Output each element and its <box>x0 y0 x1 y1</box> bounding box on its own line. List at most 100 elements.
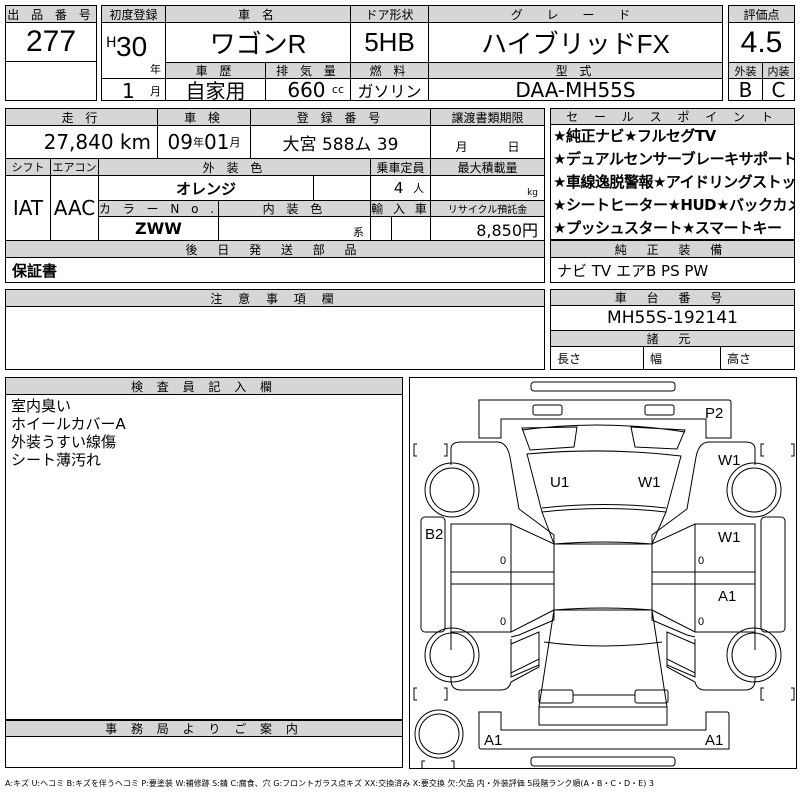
headlight-right <box>644 404 675 416</box>
mark-w1-roof: W1 <box>638 474 661 491</box>
shift: IAT <box>5 175 51 241</box>
front-grille <box>521 424 686 451</box>
plate-label: 登 録 番 号 <box>250 108 431 126</box>
front-bar <box>530 381 676 392</box>
color-no: ZWW <box>98 216 219 241</box>
mark-zero: 0 <box>698 555 704 567</box>
chassis-number: MH55S-192141 <box>550 305 795 331</box>
fuel: ガソリン <box>350 78 429 101</box>
ext-grade-label: 外装 <box>728 62 763 79</box>
aircon-label: エアコン <box>50 158 99 176</box>
taillight-right <box>634 689 669 704</box>
right-rear-wheel <box>726 627 782 683</box>
later-parts: 保証書 <box>5 257 545 283</box>
left-rear-wheel <box>424 627 480 683</box>
first-reg-year: H 30 年 <box>101 22 166 79</box>
left-quarter-window <box>510 631 540 678</box>
office-label: 事 務 局 よ り ご 案 内 <box>5 720 403 737</box>
equipment-label: 純 正 装 備 <box>550 240 795 258</box>
mark-p2: P2 <box>705 405 723 422</box>
later-parts-label: 後 日 発 送 部 品 <box>5 240 545 258</box>
rear-window <box>538 607 668 708</box>
chassis-label: 車 台 番 号 <box>550 289 795 306</box>
history: 自家用 <box>165 78 266 101</box>
int-color-label: 内 装 色 <box>218 200 371 217</box>
year: 30 <box>116 31 148 62</box>
model-label: 型 式 <box>428 62 723 79</box>
transfer-day: 日 <box>507 140 520 154</box>
rear-bumper <box>478 711 730 750</box>
month: 1 <box>122 79 135 101</box>
int-grade-label: 内装 <box>762 62 795 79</box>
inspection-label: 車 検 <box>157 108 251 126</box>
mark-b2: B2 <box>425 526 443 543</box>
capacity: 4 人 <box>370 175 431 201</box>
max-load-label: 最大積載量 <box>430 158 545 176</box>
trunk <box>538 706 668 726</box>
plate: 大宮 588ム 39 <box>250 125 431 159</box>
mark-zero: 0 <box>500 555 506 567</box>
mark-w1-fender: W1 <box>718 452 741 469</box>
lot-blank <box>5 61 97 101</box>
office-area <box>5 736 403 768</box>
brackets <box>413 443 795 769</box>
int-grade: C <box>762 78 795 101</box>
fuel-label: 燃 料 <box>350 62 429 79</box>
spec-width: 幅 <box>643 346 721 370</box>
inspection-month: 01 <box>204 130 230 154</box>
year-unit: 年 <box>150 63 161 76</box>
capacity-value: 4 <box>393 179 404 197</box>
grade: ハイブリッドFX <box>428 22 723 63</box>
grade-label: グ レ ー ド <box>428 5 723 23</box>
sales-point: ★シートヒーター★HUD★バックカメラ <box>553 196 795 214</box>
specs-label: 諸 元 <box>550 330 795 347</box>
ext-color: オレンジ <box>98 175 314 201</box>
notes-area <box>5 306 545 370</box>
inspector-label: 検 査 員 記 入 欄 <box>5 377 403 395</box>
inspection-year: 09 <box>167 130 193 154</box>
first-reg-month: 1 月 <box>101 78 166 101</box>
door-label: ドア形状 <box>350 5 429 23</box>
displacement-value: 660 <box>287 78 326 101</box>
mark-a1-rear-right: A1 <box>705 732 723 749</box>
capacity-label: 乗車定員 <box>370 158 431 176</box>
diagram-border <box>409 377 797 769</box>
score-label: 評価点 <box>728 5 795 23</box>
front-bumper <box>478 399 732 439</box>
inspector-note: 室内臭い <box>11 397 72 415</box>
inspector-note: シート薄汚れ <box>11 451 102 469</box>
first-reg-label: 初度登録 <box>101 5 166 23</box>
transfer-month: 月 <box>455 140 468 154</box>
sales-point: ★車線逸脱警報★アイドリングストップ <box>553 173 795 191</box>
headlight-left <box>532 404 563 416</box>
mark-u1: U1 <box>550 474 569 491</box>
model-code: DAA-MH55S <box>428 78 723 101</box>
sales-points-label: セ ー ル ス ポ イ ン ト <box>550 108 795 125</box>
recycle-fee: 8,850円 <box>430 216 545 241</box>
mark-w1-door: W1 <box>718 529 741 546</box>
inspector-note: ホイールカバーA <box>11 415 126 433</box>
inspection-month-unit: 月 <box>229 136 241 149</box>
import-label: 輸 入 車 <box>370 200 431 217</box>
aircon: AAC <box>50 175 99 241</box>
int-color: 系 <box>218 216 371 241</box>
inspector-note: 外装うすい線傷 <box>11 433 117 451</box>
door-type: 5HB <box>350 22 429 63</box>
sales-point: ★デュアルセンサーブレーキサポート <box>553 150 795 168</box>
spec-height: 高さ <box>720 346 795 370</box>
history-label: 車 歴 <box>165 62 266 79</box>
displacement: 660 cc <box>265 78 351 101</box>
taillight-left <box>538 689 574 704</box>
inspection-year-unit: 年 <box>193 136 204 149</box>
mark-zero: 0 <box>698 616 704 628</box>
lot-label: 出 品 番 号 <box>5 5 97 23</box>
rear-bar <box>530 756 676 767</box>
hood-cabin-join <box>541 511 667 545</box>
recycle-label: リサイクル預託金 <box>430 200 545 217</box>
shift-label: シフト <box>5 158 51 176</box>
mileage-label: 走 行 <box>5 108 158 126</box>
import-b <box>391 216 431 241</box>
capacity-unit: 人 <box>413 182 424 195</box>
left-front-wheel <box>424 462 480 518</box>
max-load: kg <box>430 175 545 201</box>
